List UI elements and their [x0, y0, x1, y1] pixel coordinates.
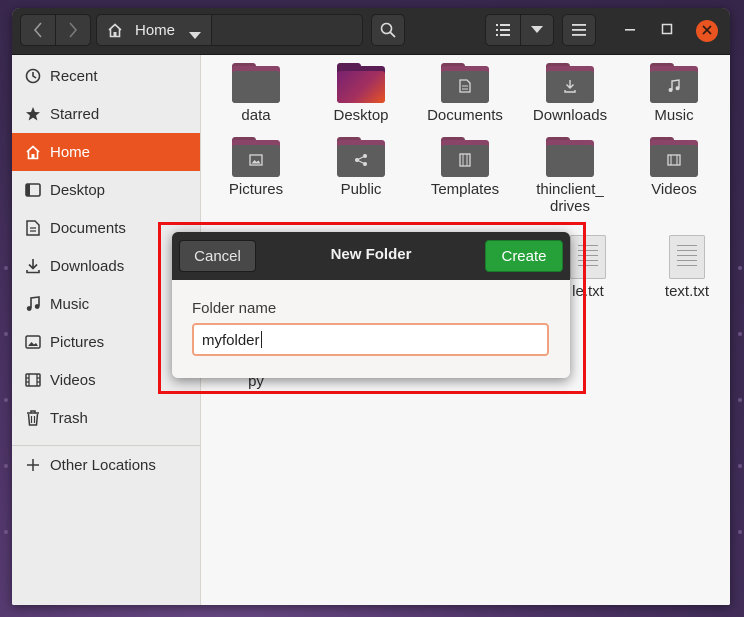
plus-icon — [24, 456, 42, 474]
sidebar-item-other-locations[interactable]: Other Locations — [12, 446, 200, 484]
sidebar-item-label: Home — [50, 143, 91, 161]
sidebar-item-label: Pictures — [50, 333, 105, 351]
dialog-header: Cancel New Folder Create — [172, 232, 570, 280]
file-item[interactable]: Pictures — [208, 137, 304, 198]
sidebar-item-trash[interactable]: Trash — [12, 399, 200, 437]
sidebar-item-label: Recent — [50, 67, 98, 85]
file-item[interactable]: text.txt — [639, 235, 730, 300]
videos-folder-icon — [650, 137, 698, 177]
file-item-label: Templates — [430, 181, 500, 198]
file-item[interactable]: Public — [313, 137, 409, 198]
picture-icon — [24, 333, 42, 351]
file-item-label: Music — [654, 107, 694, 124]
folder-name-value: myfolder — [202, 332, 260, 349]
pathbar-home-button[interactable]: Home — [96, 14, 212, 46]
folder-name-label: Folder name — [192, 300, 277, 317]
search-icon — [380, 22, 396, 38]
templates-folder-icon — [441, 137, 489, 177]
downloads-folder-icon — [546, 63, 594, 103]
forward-button[interactable] — [55, 14, 91, 46]
file-item-label: Downloads — [532, 107, 608, 124]
file-item[interactable]: data — [208, 63, 304, 124]
sidebar-item-label: Music — [50, 295, 90, 313]
chevron-down-icon — [531, 26, 543, 34]
new-folder-dialog: Cancel New Folder Create Folder name myf… — [172, 232, 570, 378]
file-item[interactable]: Music — [626, 63, 722, 124]
main-menu-button[interactable] — [562, 14, 596, 46]
folder-icon — [546, 137, 594, 177]
file-item-label: Pictures — [228, 181, 284, 198]
text-caret — [260, 331, 262, 348]
file-item[interactable]: thinclient_ drives — [522, 137, 618, 215]
sidebar-item-desktop[interactable]: Desktop — [12, 171, 200, 209]
music-folder-icon — [650, 63, 698, 103]
list-view-icon — [496, 24, 510, 36]
video-icon — [24, 371, 42, 389]
file-item-label: Documents — [427, 107, 503, 124]
chevron-right-icon — [68, 22, 78, 38]
sidebar-item-home[interactable]: Home — [12, 133, 200, 171]
file-item[interactable]: Templates — [417, 137, 513, 198]
pictures-folder-icon — [232, 137, 280, 177]
file-item[interactable]: Desktop — [313, 63, 409, 124]
download-icon — [24, 257, 42, 275]
chevron-left-icon — [33, 22, 43, 38]
document-icon — [24, 219, 42, 237]
file-item-label: data — [241, 107, 271, 124]
sidebar-item-label: Downloads — [50, 257, 125, 275]
home-icon — [24, 143, 42, 161]
star-icon — [24, 105, 42, 123]
trash-icon — [24, 409, 42, 427]
hamburger-menu-icon — [572, 24, 586, 36]
folder-icon — [232, 63, 280, 103]
sidebar-item-label: Desktop — [50, 181, 106, 199]
sidebar-item-starred[interactable]: Starred — [12, 95, 200, 133]
minimize-icon — [624, 22, 636, 40]
sidebar-item-label: Videos — [50, 371, 96, 389]
view-options-button[interactable] — [520, 14, 554, 46]
desktop-icon — [24, 181, 42, 199]
back-button[interactable] — [20, 14, 56, 46]
clock-icon — [24, 67, 42, 85]
folder-name-input[interactable]: myfolder — [192, 323, 549, 356]
file-item[interactable]: Videos — [626, 137, 722, 198]
file-item-label: Videos — [651, 181, 697, 198]
public-folder-icon — [337, 137, 385, 177]
sidebar-item-label: Other Locations — [50, 456, 156, 474]
text-file-icon — [669, 235, 705, 279]
file-item[interactable]: Downloads — [522, 63, 618, 124]
file-item-label: thinclient_ drives — [536, 181, 604, 215]
minimize-button[interactable] — [619, 20, 641, 42]
search-button[interactable] — [371, 14, 405, 46]
sidebar-item-label: Trash — [50, 409, 88, 427]
home-icon — [107, 23, 123, 43]
close-button[interactable] — [696, 20, 718, 42]
sidebar-item-label: Documents — [50, 219, 126, 237]
view-toggle-button[interactable] — [485, 14, 521, 46]
file-item-label: Public — [340, 181, 382, 198]
file-item-label: Desktop — [333, 107, 389, 124]
chevron-down-icon[interactable] — [189, 27, 201, 45]
headerbar: Home — [12, 8, 730, 55]
pathbar-location-label: Home — [135, 22, 176, 39]
sidebar-item-recent[interactable]: Recent — [12, 57, 200, 95]
file-item[interactable]: Documents — [417, 63, 513, 124]
music-icon — [24, 295, 42, 313]
documents-folder-icon — [441, 63, 489, 103]
close-icon — [702, 22, 712, 40]
desktop-folder-icon — [337, 63, 385, 103]
maximize-button[interactable] — [656, 20, 678, 42]
create-button[interactable]: Create — [485, 240, 563, 272]
maximize-icon — [661, 22, 673, 40]
file-item-label: text.txt — [664, 283, 710, 300]
sidebar-item-label: Starred — [50, 105, 100, 123]
pathbar-empty — [211, 14, 363, 46]
